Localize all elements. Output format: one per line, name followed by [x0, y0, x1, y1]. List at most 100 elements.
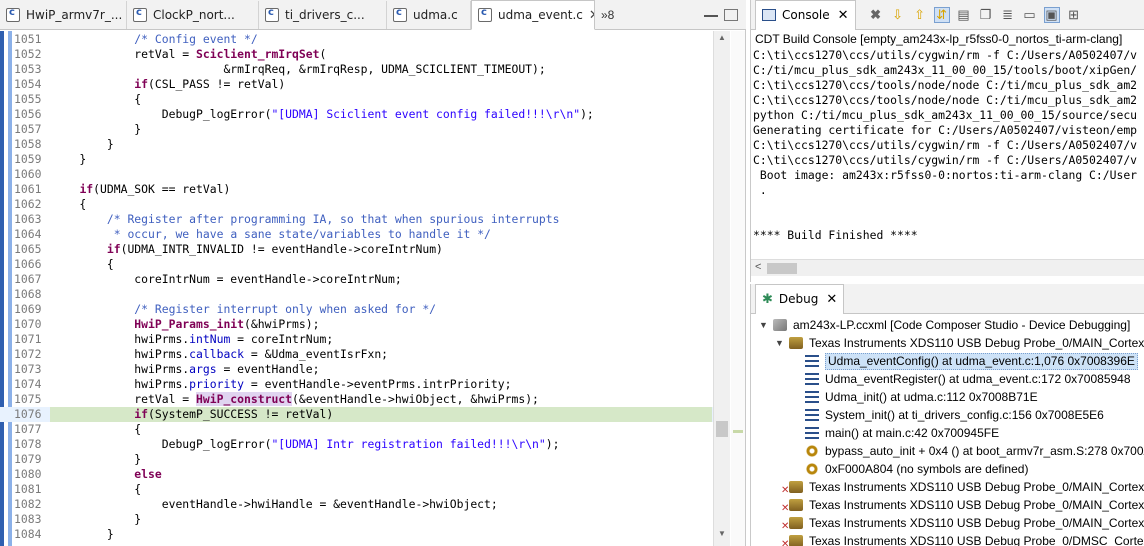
code-line[interactable]: 1083 } [0, 512, 730, 527]
clear-console-icon[interactable]: ▤ [956, 7, 972, 23]
tree-label: main() at main.c:42 0x700945FE [825, 426, 1000, 440]
code-line[interactable]: 1072 hwiPrms.callback = &Udma_eventIsrFx… [0, 347, 730, 362]
code-text: DebugP_logError("[UDMA] Intr registratio… [52, 437, 560, 451]
code-line[interactable]: 1063 /* Register after programming IA, s… [0, 212, 730, 227]
code-line[interactable]: 1074 hwiPrms.priority = eventHandle->eve… [0, 377, 730, 392]
editor-tab[interactable]: ClockP_nort... [127, 1, 259, 29]
editor-tab[interactable]: ti_drivers_c... [259, 1, 387, 29]
console-line: Boot image: am243x:r5fss0-0:nortos:ti-ar… [753, 168, 1138, 182]
scroll-thumb[interactable] [716, 421, 728, 437]
code-line[interactable]: 1052 retVal = Sciclient_rmIrqSet( [0, 47, 730, 62]
code-line[interactable]: 1073 hwiPrms.args = eventHandle; [0, 362, 730, 377]
code-line[interactable]: 1084 } [0, 527, 730, 542]
debug-core[interactable]: ✕ Texas Instruments XDS110 USB Debug Prob… [751, 514, 1144, 532]
code-line[interactable]: 1056 DebugP_logError("[UDMA] Sciclient e… [0, 107, 730, 122]
debug-core[interactable]: ✕ Texas Instruments XDS110 USB Debug Prob… [751, 532, 1144, 546]
code-line[interactable]: 1055 { [0, 92, 730, 107]
line-number: 1056 [14, 107, 42, 121]
stack-frame-icon [805, 427, 819, 439]
stack-frame[interactable]: 0xF000A804 (no symbols are defined) [751, 460, 1144, 478]
editor-vertical-scrollbar[interactable]: ▲ ▼ [713, 31, 730, 546]
pin-console-icon[interactable]: ▭ [1022, 7, 1038, 23]
console-tab[interactable]: Console ✕ [755, 0, 856, 30]
debug-tab[interactable]: ✱ Debug ✕ [755, 283, 845, 314]
tab-overflow-label: »8 [601, 8, 615, 22]
code-line[interactable]: 1080 else [0, 467, 730, 482]
close-icon[interactable]: ✕ [826, 292, 837, 307]
arrow-up-icon[interactable]: ⇧ [912, 7, 928, 23]
expand-icon[interactable]: ▼ [759, 316, 769, 334]
scroll-down-icon[interactable]: ▼ [718, 529, 726, 538]
stack-frame[interactable]: System_init() at ti_drivers_config.c:156… [751, 406, 1144, 424]
code-line[interactable]: 1077 { [0, 422, 730, 437]
code-line[interactable]: 1081 { [0, 482, 730, 497]
console-viewbar: Console ✕ ✖ ⇩ ⇧ ⇵ ▤ ❐ ≣ ▭ ▣ ⊞ [751, 0, 1144, 30]
code-line[interactable]: 1065 if(UDMA_INTR_INVALID != eventHandle… [0, 242, 730, 257]
stack-frame[interactable]: Udma_eventConfig() at udma_event.c:1,076… [751, 352, 1144, 370]
scroll-left-icon[interactable]: < [755, 261, 761, 273]
editor-tab-active[interactable]: udma_event.c ✕ [471, 0, 595, 30]
debug-tree[interactable]: ▼ am243x-LP.ccxml [Code Composer Studio -… [751, 316, 1144, 546]
code-text: &rmIrqReq, &rmIrqResp, UDMA_SCICLIENT_TI… [52, 62, 546, 76]
code-line[interactable]: 1071 hwiPrms.intNum = coreIntrNum; [0, 332, 730, 347]
code-line[interactable]: 1060 [0, 167, 730, 182]
line-number: 1076 [14, 407, 42, 421]
code-line[interactable]: 1068 [0, 287, 730, 302]
debug-session[interactable]: ▼ am243x-LP.ccxml [Code Composer Studio -… [751, 316, 1144, 334]
copy-icon[interactable]: ❐ [978, 7, 994, 23]
scroll-thumb[interactable] [767, 263, 797, 274]
code-text: } [52, 527, 114, 541]
stack-frame[interactable]: main() at main.c:42 0x700945FE [751, 424, 1144, 442]
code-line[interactable]: 1066 { [0, 257, 730, 272]
code-editor[interactable]: 1051 /* Config event */1052 retVal = Sci… [0, 31, 730, 546]
editor-tab[interactable]: HwiP_armv7r_... [0, 1, 127, 29]
line-number: 1079 [14, 452, 42, 466]
code-line[interactable]: 1079 } [0, 452, 730, 467]
scroll-lock-icon[interactable]: ⇵ [933, 6, 950, 23]
code-line[interactable]: 1061 if(UDMA_SOK == retVal) [0, 182, 730, 197]
code-line[interactable]: 1075 retVal = HwiP_construct(&eventHandl… [0, 392, 730, 407]
stack-frame[interactable]: Udma_init() at udma.c:112 0x7008B71E [751, 388, 1144, 406]
line-number: 1063 [14, 212, 42, 226]
code-line[interactable]: 1069 /* Register interrupt only when ask… [0, 302, 730, 317]
scroll-up-icon[interactable]: ▲ [718, 33, 726, 42]
maximize-icon[interactable] [724, 9, 738, 21]
stack-frame[interactable]: Udma_eventRegister() at udma_event.c:172… [751, 370, 1144, 388]
display-console-icon[interactable]: ▣ [1043, 6, 1060, 23]
current-code-line[interactable]: 1076 if(SystemP_SUCCESS != retVal) [0, 407, 730, 422]
code-line[interactable]: 1070 HwiP_Params_init(&hwiPrms); [0, 317, 730, 332]
code-line[interactable]: 1067 coreIntrNum = eventHandle->coreIntr… [0, 272, 730, 287]
code-line[interactable]: 1053 &rmIrqReq, &rmIrqResp, UDMA_SCICLIE… [0, 62, 730, 77]
close-icon[interactable]: ✕ [589, 8, 594, 23]
code-text: { [52, 257, 114, 271]
new-console-icon[interactable]: ⊞ [1066, 7, 1082, 23]
terminate-icon[interactable]: ✖ [868, 7, 884, 23]
stack-frame[interactable]: bypass_auto_init + 0x4 () at boot_armv7r… [751, 442, 1144, 460]
code-line[interactable]: 1082 eventHandle->hwiHandle = &eventHand… [0, 497, 730, 512]
debug-core[interactable]: ▼ Texas Instruments XDS110 USB Debug Prob… [751, 334, 1144, 352]
debug-core[interactable]: ✕ Texas Instruments XDS110 USB Debug Prob… [751, 478, 1144, 496]
minimize-icon[interactable] [704, 13, 718, 17]
code-line[interactable]: 1054 if(CSL_PASS != retVal) [0, 77, 730, 92]
gear-icon [805, 445, 819, 457]
arrow-down-icon[interactable]: ⇩ [890, 7, 906, 23]
code-line[interactable]: 1062 { [0, 197, 730, 212]
current-line-marker[interactable] [733, 430, 743, 433]
code-line[interactable]: 1057 } [0, 122, 730, 137]
code-line[interactable]: 1078 DebugP_logError("[UDMA] Intr regist… [0, 437, 730, 452]
expand-icon[interactable]: ▼ [775, 334, 785, 352]
tab-overflow-button[interactable]: »8 [595, 1, 620, 29]
console-horizontal-scrollbar[interactable]: < [751, 259, 1144, 276]
console-output[interactable]: C:\ti\ccs1270\ccs/utils/cygwin/rm -f C:/… [751, 48, 1144, 256]
word-wrap-icon[interactable]: ≣ [1000, 7, 1016, 23]
code-line[interactable]: 1058 } [0, 137, 730, 152]
overview-ruler[interactable] [731, 31, 745, 546]
code-text: hwiPrms.intNum = coreIntrNum; [52, 332, 334, 346]
code-line[interactable]: 1059 } [0, 152, 730, 167]
close-icon[interactable]: ✕ [838, 8, 849, 23]
editor-tab[interactable]: udma.c [387, 1, 471, 29]
code-line[interactable]: 1051 /* Config event */ [0, 32, 730, 47]
debug-core[interactable]: ✕ Texas Instruments XDS110 USB Debug Prob… [751, 496, 1144, 514]
code-line[interactable]: 1064 * occur, we have a sane state/varia… [0, 227, 730, 242]
